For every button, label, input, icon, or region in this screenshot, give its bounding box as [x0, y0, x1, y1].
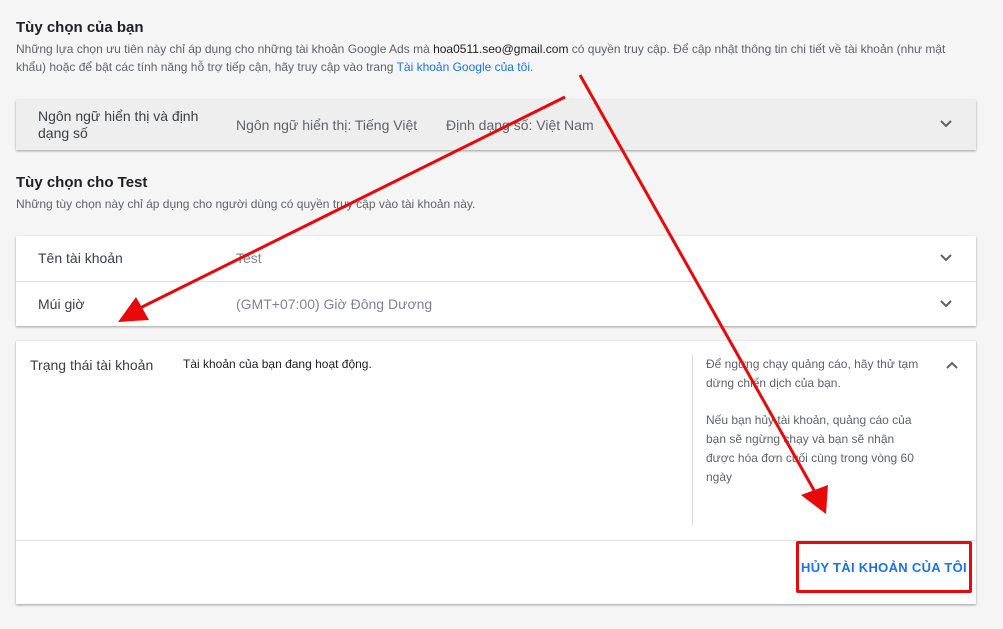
account-name-row[interactable]: Tên tài khoản Test	[16, 236, 976, 282]
chevron-up-icon[interactable]	[946, 361, 958, 371]
language-format-row[interactable]: Ngôn ngữ hiển thị và định dạng số Ngôn n…	[16, 100, 976, 150]
account-name-label: Tên tài khoản	[38, 250, 123, 266]
chevron-down-icon[interactable]	[940, 120, 952, 130]
time-zone-value: (GMT+07:00) Giờ Đông Dương	[236, 296, 433, 312]
number-format-value: Định dạng số: Việt Nam	[446, 117, 594, 133]
your-options-desc-end: .	[529, 60, 534, 74]
account-options-description: Những tùy chọn này chỉ áp dụng cho người…	[16, 197, 476, 211]
account-options-title: Tùy chọn cho Test	[16, 174, 148, 191]
time-zone-label: Múi giờ	[38, 296, 85, 312]
account-status-value: Tài khoản của bạn đang hoạt động.	[183, 357, 372, 371]
cancel-account-hint: Nếu bạn hủy tài khoản, quảng cáo của bạn…	[706, 413, 914, 484]
account-status-help: Để ngừng chạy quảng cáo, hãy thử tạm dừn…	[706, 355, 926, 505]
your-options-desc-part1: Những lựa chọn ưu tiên này chỉ áp dụng c…	[16, 42, 434, 56]
display-language-value: Ngôn ngữ hiển thị: Tiếng Việt	[236, 117, 418, 133]
your-options-title: Tùy chọn của bạn	[16, 19, 144, 36]
status-divider	[692, 355, 693, 525]
account-name-value: Test	[236, 250, 262, 266]
user-email: hoa0511.seo@gmail.com	[433, 42, 569, 56]
google-account-link[interactable]: Tài khoản Google của tôi	[397, 60, 530, 74]
your-options-description: Những lựa chọn ưu tiên này chỉ áp dụng c…	[16, 40, 976, 76]
pause-campaign-hint: Để ngừng chạy quảng cáo, hãy thử tạm dừn…	[706, 357, 919, 390]
account-status-card: Trạng thái tài khoản Tài khoản của bạn đ…	[16, 341, 976, 604]
chevron-down-icon[interactable]	[940, 300, 952, 310]
account-options-card: Tên tài khoản Test Múi giờ (GMT+07:00) G…	[16, 236, 976, 326]
time-zone-row[interactable]: Múi giờ (GMT+07:00) Giờ Đông Dương	[16, 282, 976, 327]
settings-page: Tùy chọn của bạn Những lựa chọn ưu tiên …	[0, 0, 1003, 629]
cancel-account-button[interactable]: HỦY TÀI KHOẢN CỦA TÔI	[796, 541, 972, 593]
chevron-down-icon[interactable]	[940, 254, 952, 264]
account-status-label: Trạng thái tài khoản	[30, 357, 154, 373]
language-format-label: Ngôn ngữ hiển thị và định dạng số	[38, 108, 199, 141]
